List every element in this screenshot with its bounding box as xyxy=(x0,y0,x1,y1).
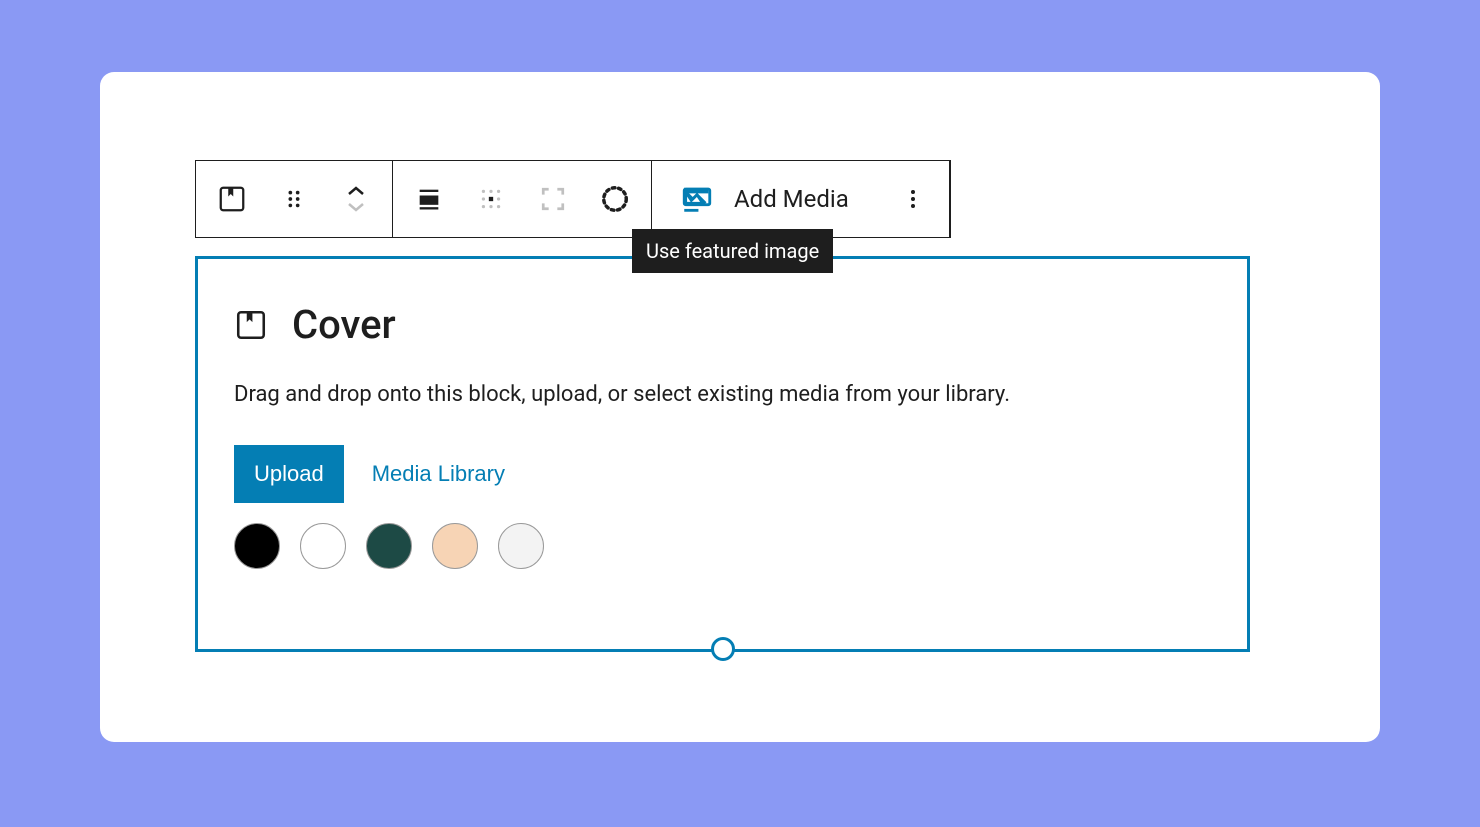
editor-panel: Add Media Use featured image Cover Drag … xyxy=(100,72,1380,742)
toolbar-group-block xyxy=(196,161,393,237)
dotted-circle-icon xyxy=(600,184,630,214)
cover-block-icon-button[interactable] xyxy=(210,177,254,221)
content-position-button[interactable] xyxy=(469,177,513,221)
color-swatch-0[interactable] xyxy=(234,523,280,569)
add-media-button[interactable]: Add Media xyxy=(652,161,877,237)
color-swatch-1[interactable] xyxy=(300,523,346,569)
align-button[interactable] xyxy=(407,177,451,221)
cover-block-icon xyxy=(234,308,268,342)
drag-handle-icon xyxy=(283,188,305,210)
toolbar-group-more xyxy=(877,161,950,237)
cover-block-icon xyxy=(217,184,247,214)
move-up-down-button[interactable] xyxy=(334,177,378,221)
media-library-button[interactable]: Media Library xyxy=(372,461,505,487)
color-swatch-4[interactable] xyxy=(498,523,544,569)
block-toolbar: Add Media Use featured image xyxy=(195,160,951,238)
image-icon xyxy=(680,182,714,216)
more-options-button[interactable] xyxy=(891,177,935,221)
cover-actions: Upload Media Library xyxy=(234,445,1211,503)
color-swatch-2[interactable] xyxy=(366,523,412,569)
cover-header: Cover xyxy=(234,301,1211,348)
align-icon xyxy=(415,185,443,213)
grid-dots-icon xyxy=(478,186,504,212)
chevron-up-icon xyxy=(346,185,366,197)
cover-block-placeholder[interactable]: Cover Drag and drop onto this block, upl… xyxy=(195,256,1250,652)
chevron-down-icon xyxy=(346,201,366,213)
cover-title: Cover xyxy=(292,301,396,348)
color-swatches xyxy=(234,523,1211,569)
cover-description: Drag and drop onto this block, upload, o… xyxy=(234,378,1211,411)
toolbar-group-align xyxy=(393,161,652,237)
upload-button[interactable]: Upload xyxy=(234,445,344,503)
kebab-icon xyxy=(901,187,925,211)
tooltip: Use featured image xyxy=(632,229,833,273)
drag-handle-button[interactable] xyxy=(272,177,316,221)
full-height-button[interactable] xyxy=(531,177,575,221)
resize-handle[interactable] xyxy=(711,637,735,661)
fullscreen-icon xyxy=(540,186,566,212)
color-swatch-3[interactable] xyxy=(432,523,478,569)
duotone-button[interactable] xyxy=(593,177,637,221)
add-media-label: Add Media xyxy=(734,185,849,213)
